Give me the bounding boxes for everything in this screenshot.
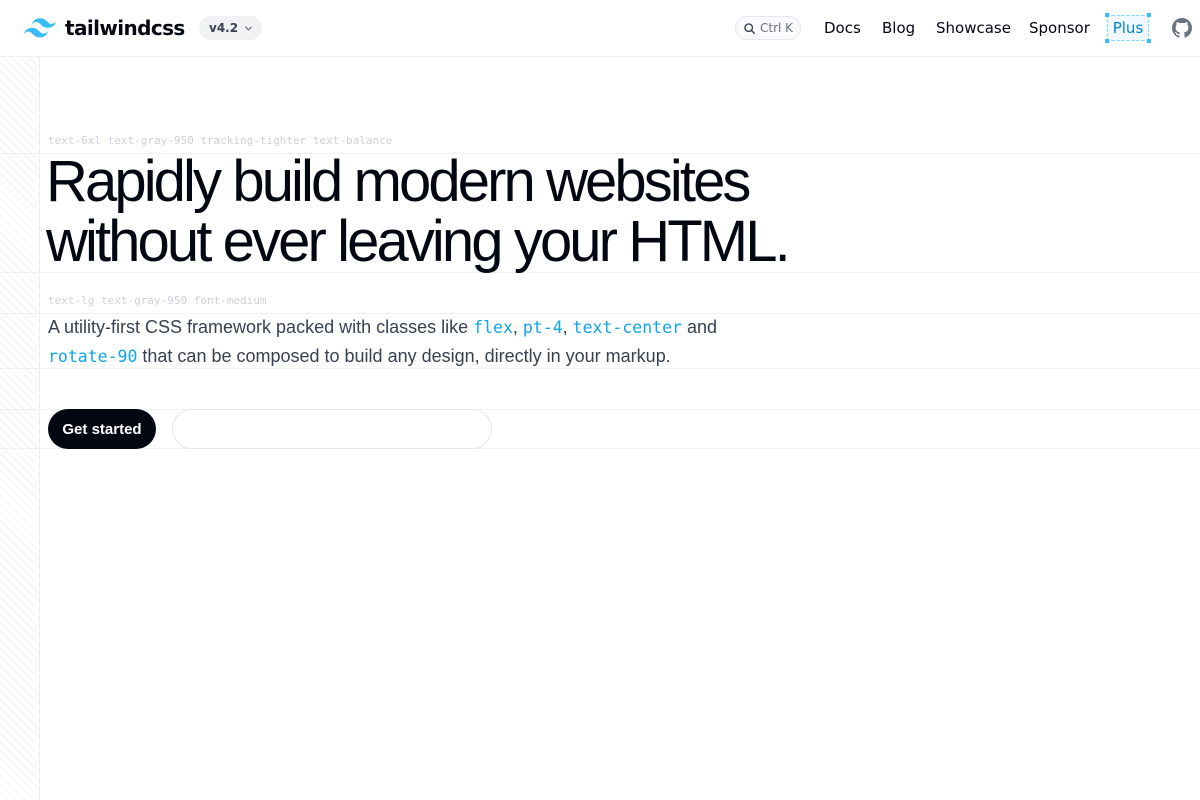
chevron-down-icon [245, 26, 252, 30]
github-icon [1172, 18, 1192, 38]
nav-docs[interactable]: Docs [824, 18, 861, 38]
site-header: tailwindcss v4.2 Ctrl K Docs Blog Showca… [0, 0, 1200, 57]
brand-home-link[interactable]: tailwindcss [24, 16, 185, 40]
secondary-cta-button[interactable] [172, 409, 492, 449]
code-token: flex [473, 318, 513, 337]
headline-line-1: Rapidly build modern websites [46, 149, 751, 214]
nav-showcase[interactable]: Showcase [936, 18, 1011, 38]
lede-separator: , [512, 317, 523, 337]
lede-separator: , [562, 317, 573, 337]
headline-line-2: without ever leaving your HTML. [46, 209, 791, 274]
search-shortcut: Ctrl K [760, 21, 794, 35]
lede-text: A utility-first CSS framework packed wit… [48, 317, 474, 337]
code-token: pt-4 [522, 318, 563, 337]
code-token: text-center [572, 318, 682, 337]
decorative-rail [0, 57, 40, 800]
lede-text: that can be composed to build any design… [137, 346, 671, 366]
guide-line [0, 409, 1200, 410]
search-icon [744, 22, 756, 34]
get-started-button[interactable]: Get started [48, 409, 156, 449]
search-button[interactable]: Ctrl K [735, 16, 801, 40]
version-selector[interactable]: v4.2 [199, 16, 263, 40]
brand-name: tailwindcss [65, 16, 185, 40]
code-token: rotate-90 [48, 347, 138, 366]
nav-plus-label: Plus [1112, 19, 1144, 37]
lede-separator: and [681, 317, 717, 337]
guide-line [0, 448, 1200, 449]
nav-blog[interactable]: Blog [882, 18, 915, 38]
tailwind-logo-icon [24, 18, 56, 38]
version-label: v4.2 [209, 21, 239, 35]
nav-sponsor[interactable]: Sponsor [1029, 18, 1090, 38]
headline-class-hint: text-6xl text-gray-950 tracking-tighter … [48, 134, 393, 147]
hero-headline: Rapidly build modern websites without ev… [46, 152, 866, 272]
lede-class-hint: text-lg text-gray-950 font-medium [48, 294, 267, 307]
nav-plus[interactable]: Plus [1105, 13, 1151, 43]
hero-lede: A utility-first CSS framework packed wit… [48, 313, 808, 371]
